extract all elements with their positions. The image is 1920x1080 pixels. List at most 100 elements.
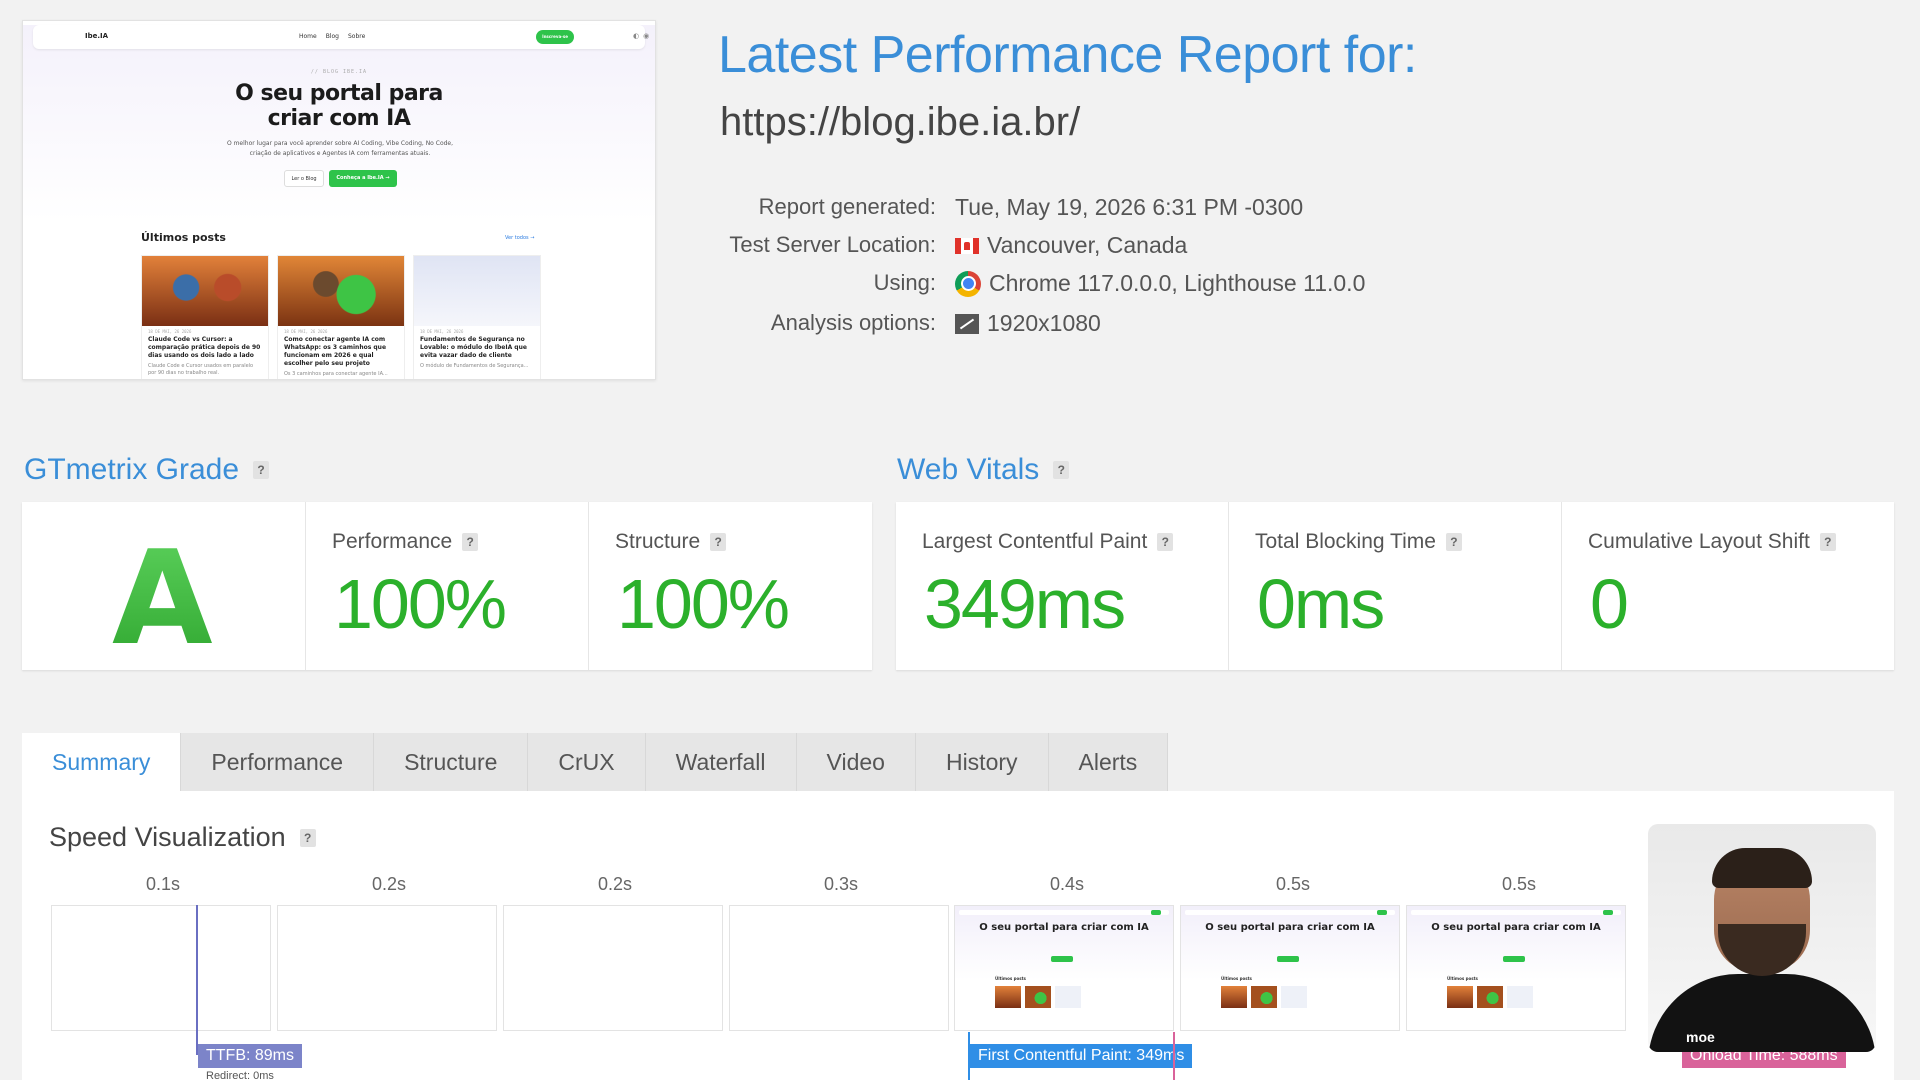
cls-label: Cumulative Layout Shift bbox=[1588, 530, 1810, 553]
frame-thumb bbox=[1447, 986, 1473, 1008]
site-post-card: 18 DE MAI, 26 2026 Como conectar agente … bbox=[277, 255, 405, 379]
cls-value: 0 bbox=[1590, 565, 1629, 643]
site-post-card: 18 DE MAI, 26 2026 Claude Code vs Cursor… bbox=[141, 255, 269, 379]
post-image bbox=[414, 256, 540, 326]
help-icon[interactable]: ? bbox=[710, 533, 727, 551]
post-date: 18 DE MAI, 26 2026 bbox=[284, 329, 328, 334]
tab-waterfall[interactable]: Waterfall bbox=[645, 733, 797, 791]
tab-alerts[interactable]: Alerts bbox=[1048, 733, 1169, 791]
frame-hero-text: O seu portal para criar com IA bbox=[1431, 922, 1601, 933]
tbt-label-row: Total Blocking Time ? bbox=[1255, 530, 1462, 554]
meta-value-using: Chrome 117.0.0.0, Lighthouse 11.0.0 bbox=[955, 270, 1365, 297]
meta-value-report-generated: Tue, May 19, 2026 6:31 PM -0300 bbox=[955, 194, 1303, 221]
site-nav-cta: Inscreva-se bbox=[536, 30, 574, 44]
performance-label: Performance bbox=[332, 530, 453, 553]
meta-label-server-location: Test Server Location: bbox=[729, 232, 936, 257]
site-read-blog-button: Ler o Blog bbox=[284, 170, 324, 187]
lcp-label-row: Largest Contentful Paint ? bbox=[922, 530, 1174, 554]
timeline-tick: 0.1s bbox=[145, 874, 181, 894]
tbt-value: 0ms bbox=[1257, 565, 1385, 643]
performance-card: Performance ? 100% bbox=[306, 502, 589, 670]
filmstrip-frame-blank[interactable] bbox=[277, 905, 497, 1031]
structure-label-row: Structure ? bbox=[615, 530, 727, 554]
frame-cta bbox=[1503, 956, 1525, 962]
report-title: Latest Performance Report for: bbox=[718, 26, 1417, 84]
filmstrip-frame-rendered[interactable]: O seu portal para criar com IA Últimos p… bbox=[1406, 905, 1626, 1031]
filmstrip-frame-blank[interactable] bbox=[729, 905, 949, 1031]
frame-thumb bbox=[1221, 986, 1247, 1008]
tab-video[interactable]: Video bbox=[796, 733, 916, 791]
site-hero-title: O seu portal para criar com IA bbox=[23, 81, 655, 131]
meta-value-analysis-options: 1920x1080 bbox=[955, 310, 1101, 337]
frame-preview: O seu portal para criar com IA Últimos p… bbox=[955, 906, 1173, 1030]
lcp-card: Largest Contentful Paint ? 349ms bbox=[896, 502, 1229, 670]
help-icon[interactable]: ? bbox=[299, 828, 316, 847]
structure-value: 100% bbox=[617, 565, 790, 643]
web-vitals-title: Web Vitals ? bbox=[897, 453, 1070, 487]
post-date: 18 DE MAI, 26 2026 bbox=[420, 329, 464, 334]
tbt-card: Total Blocking Time ? 0ms bbox=[1229, 502, 1562, 670]
tbt-label: Total Blocking Time bbox=[1255, 530, 1436, 553]
site-logo: Ibe.IA bbox=[85, 32, 109, 40]
frame-navbar bbox=[1411, 910, 1621, 915]
frame-posts-title: Últimos posts bbox=[1447, 976, 1478, 981]
web-vitals-heading: Web Vitals bbox=[897, 453, 1040, 486]
post-image bbox=[278, 256, 404, 326]
frame-thumb bbox=[1055, 986, 1081, 1008]
post-image bbox=[142, 256, 268, 326]
report-date: Tue, May 19, 2026 6:31 PM -0300 bbox=[955, 194, 1304, 220]
frame-thumb bbox=[1477, 986, 1503, 1008]
frame-navbar bbox=[959, 910, 1169, 915]
lcp-label: Largest Contentful Paint bbox=[922, 530, 1148, 553]
report-url[interactable]: https://blog.ibe.ia.br/ bbox=[720, 100, 1080, 145]
help-icon[interactable]: ? bbox=[1053, 461, 1070, 479]
timeline-tick: 0.2s bbox=[597, 874, 633, 894]
site-subtitle: O melhor lugar para você aprender sobre … bbox=[226, 140, 454, 157]
post-excerpt: Claude Code e Cursor usados em paralelo … bbox=[148, 363, 254, 376]
filmstrip-frame-blank[interactable] bbox=[51, 905, 271, 1031]
help-icon[interactable]: ? bbox=[1157, 533, 1174, 551]
structure-card: Structure ? 100% bbox=[589, 502, 872, 670]
performance-label-row: Performance ? bbox=[332, 530, 479, 554]
chrome-icon bbox=[955, 270, 981, 297]
frame-preview: O seu portal para criar com IA Últimos p… bbox=[1407, 906, 1625, 1030]
tab-summary[interactable]: Summary bbox=[22, 733, 182, 791]
frame-thumb bbox=[1507, 986, 1533, 1008]
filmstrip-frame-blank[interactable] bbox=[503, 905, 723, 1031]
help-icon[interactable]: ? bbox=[1819, 533, 1836, 551]
filmstrip-frame-rendered[interactable]: O seu portal para criar com IA Últimos p… bbox=[1180, 905, 1400, 1031]
grade-letter: A bbox=[112, 522, 213, 674]
site-hero-line1: O seu portal para bbox=[235, 81, 443, 106]
timeline-tick: 0.5s bbox=[1501, 874, 1537, 894]
meta-label-analysis-options: Analysis options: bbox=[770, 310, 936, 335]
tab-crux[interactable]: CrUX bbox=[528, 733, 646, 791]
help-icon[interactable]: ? bbox=[1445, 533, 1462, 551]
site-nav-sobre: Sobre bbox=[347, 33, 366, 40]
gtmetrix-grade-title: GTmetrix Grade ? bbox=[24, 453, 270, 487]
speed-visualization-title: Speed Visualization ? bbox=[49, 822, 316, 853]
frame-posts-title: Últimos posts bbox=[995, 976, 1026, 981]
site-navbar: Ibe.IA Home Blog Sobre Inscreva-se ◐◉ bbox=[33, 25, 649, 49]
fcp-badge: First Contentful Paint: 349ms bbox=[970, 1044, 1193, 1068]
browser-info: Chrome 117.0.0.0, Lighthouse 11.0.0 bbox=[989, 270, 1366, 296]
page-screenshot-thumbnail[interactable]: Ibe.IA Home Blog Sobre Inscreva-se ◐◉ //… bbox=[22, 20, 656, 380]
site-preview: Ibe.IA Home Blog Sobre Inscreva-se ◐◉ //… bbox=[23, 25, 655, 379]
post-title: Como conectar agente IA com WhatsApp: os… bbox=[284, 336, 387, 367]
post-excerpt: O módulo de Fundamentos de Segurança... bbox=[420, 363, 529, 369]
help-icon[interactable]: ? bbox=[253, 461, 270, 479]
site-kicker: // BLOG IBE.IA bbox=[310, 69, 368, 75]
timeline-tick: 0.2s bbox=[371, 874, 407, 894]
webcam-hair bbox=[1712, 848, 1812, 888]
filmstrip-frame-rendered[interactable]: O seu portal para criar com IA Últimos p… bbox=[954, 905, 1174, 1031]
tab-structure[interactable]: Structure bbox=[374, 733, 529, 791]
webcam-shirt bbox=[1648, 974, 1876, 1052]
tab-performance[interactable]: Performance bbox=[181, 733, 375, 791]
help-icon[interactable]: ? bbox=[462, 533, 479, 551]
webcam-shirt-logo: moe bbox=[1686, 1029, 1715, 1045]
timeline-tick: 0.4s bbox=[1049, 874, 1085, 894]
site-nav-home: Home bbox=[299, 33, 317, 40]
post-title: Claude Code vs Cursor: a comparação prát… bbox=[148, 336, 261, 359]
server-location: Vancouver, Canada bbox=[987, 232, 1188, 258]
tab-history[interactable]: History bbox=[915, 733, 1049, 791]
cls-card: Cumulative Layout Shift ? 0 bbox=[1562, 502, 1894, 670]
